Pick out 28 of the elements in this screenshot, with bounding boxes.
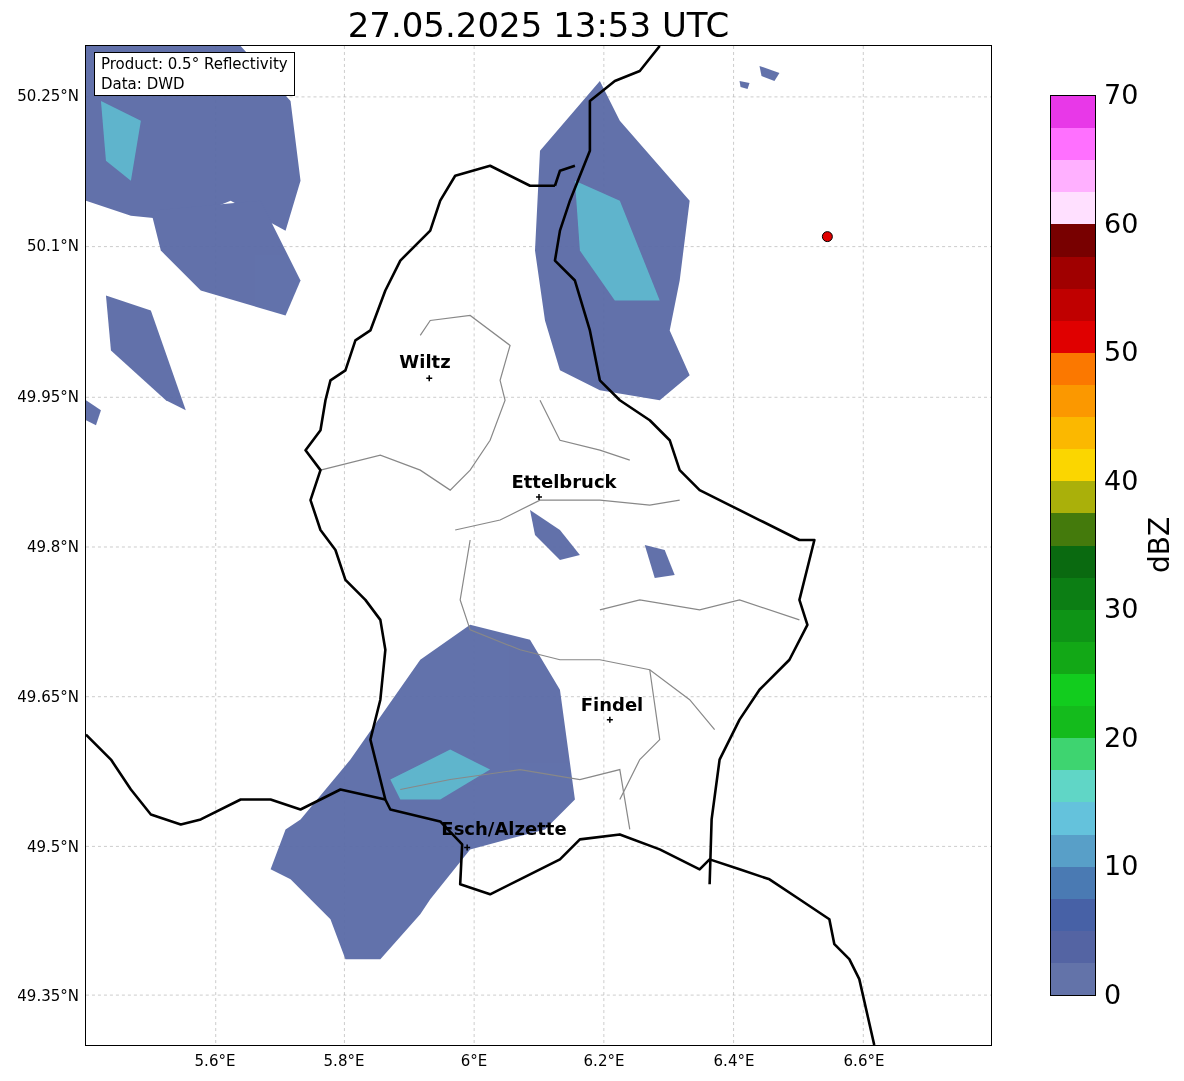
tick-label: 50.25°N: [17, 87, 79, 105]
tick-label: 49.95°N: [17, 388, 79, 406]
tick-label: 49.65°N: [17, 688, 79, 706]
colorbar-tick-label: 50: [1104, 337, 1139, 368]
colorbar-tick-label: 0: [1104, 980, 1122, 1010]
colorbar-tick-label: 10: [1104, 851, 1139, 882]
colorbar-tick-label: 20: [1104, 722, 1139, 753]
city-label: Findel: [580, 695, 644, 715]
tick-label: 6.4°E: [713, 1052, 755, 1070]
chart-title: 27.05.2025 13:53 UTC: [346, 4, 731, 46]
info-text: Data: DWD: [101, 74, 186, 94]
tick-label: 5.6°E: [194, 1052, 236, 1070]
city-label: Wiltz: [399, 352, 451, 372]
info-text: Product: 0.5° Reflectivity: [101, 54, 288, 74]
city-label: Ettelbruck: [511, 472, 617, 492]
colorbar-label: dBZ: [1144, 516, 1176, 574]
colorbar-tick-label: 70: [1104, 80, 1139, 110]
tick-label: 49.5°N: [26, 838, 79, 856]
tick-label: 6.6°E: [843, 1052, 885, 1070]
tick-label: 50.1°N: [26, 237, 79, 255]
tick-label: 6°E: [460, 1052, 488, 1070]
colorbar-tick-label: 40: [1104, 465, 1139, 496]
tick-label: 49.35°N: [17, 987, 79, 1005]
tick-label: 49.8°N: [26, 538, 79, 556]
colorbar-tick-label: 60: [1104, 208, 1139, 239]
tick-label: 5.8°E: [323, 1052, 365, 1070]
colorbar-tick-label: 30: [1104, 594, 1139, 625]
tick-label: 6.2°E: [583, 1052, 625, 1070]
